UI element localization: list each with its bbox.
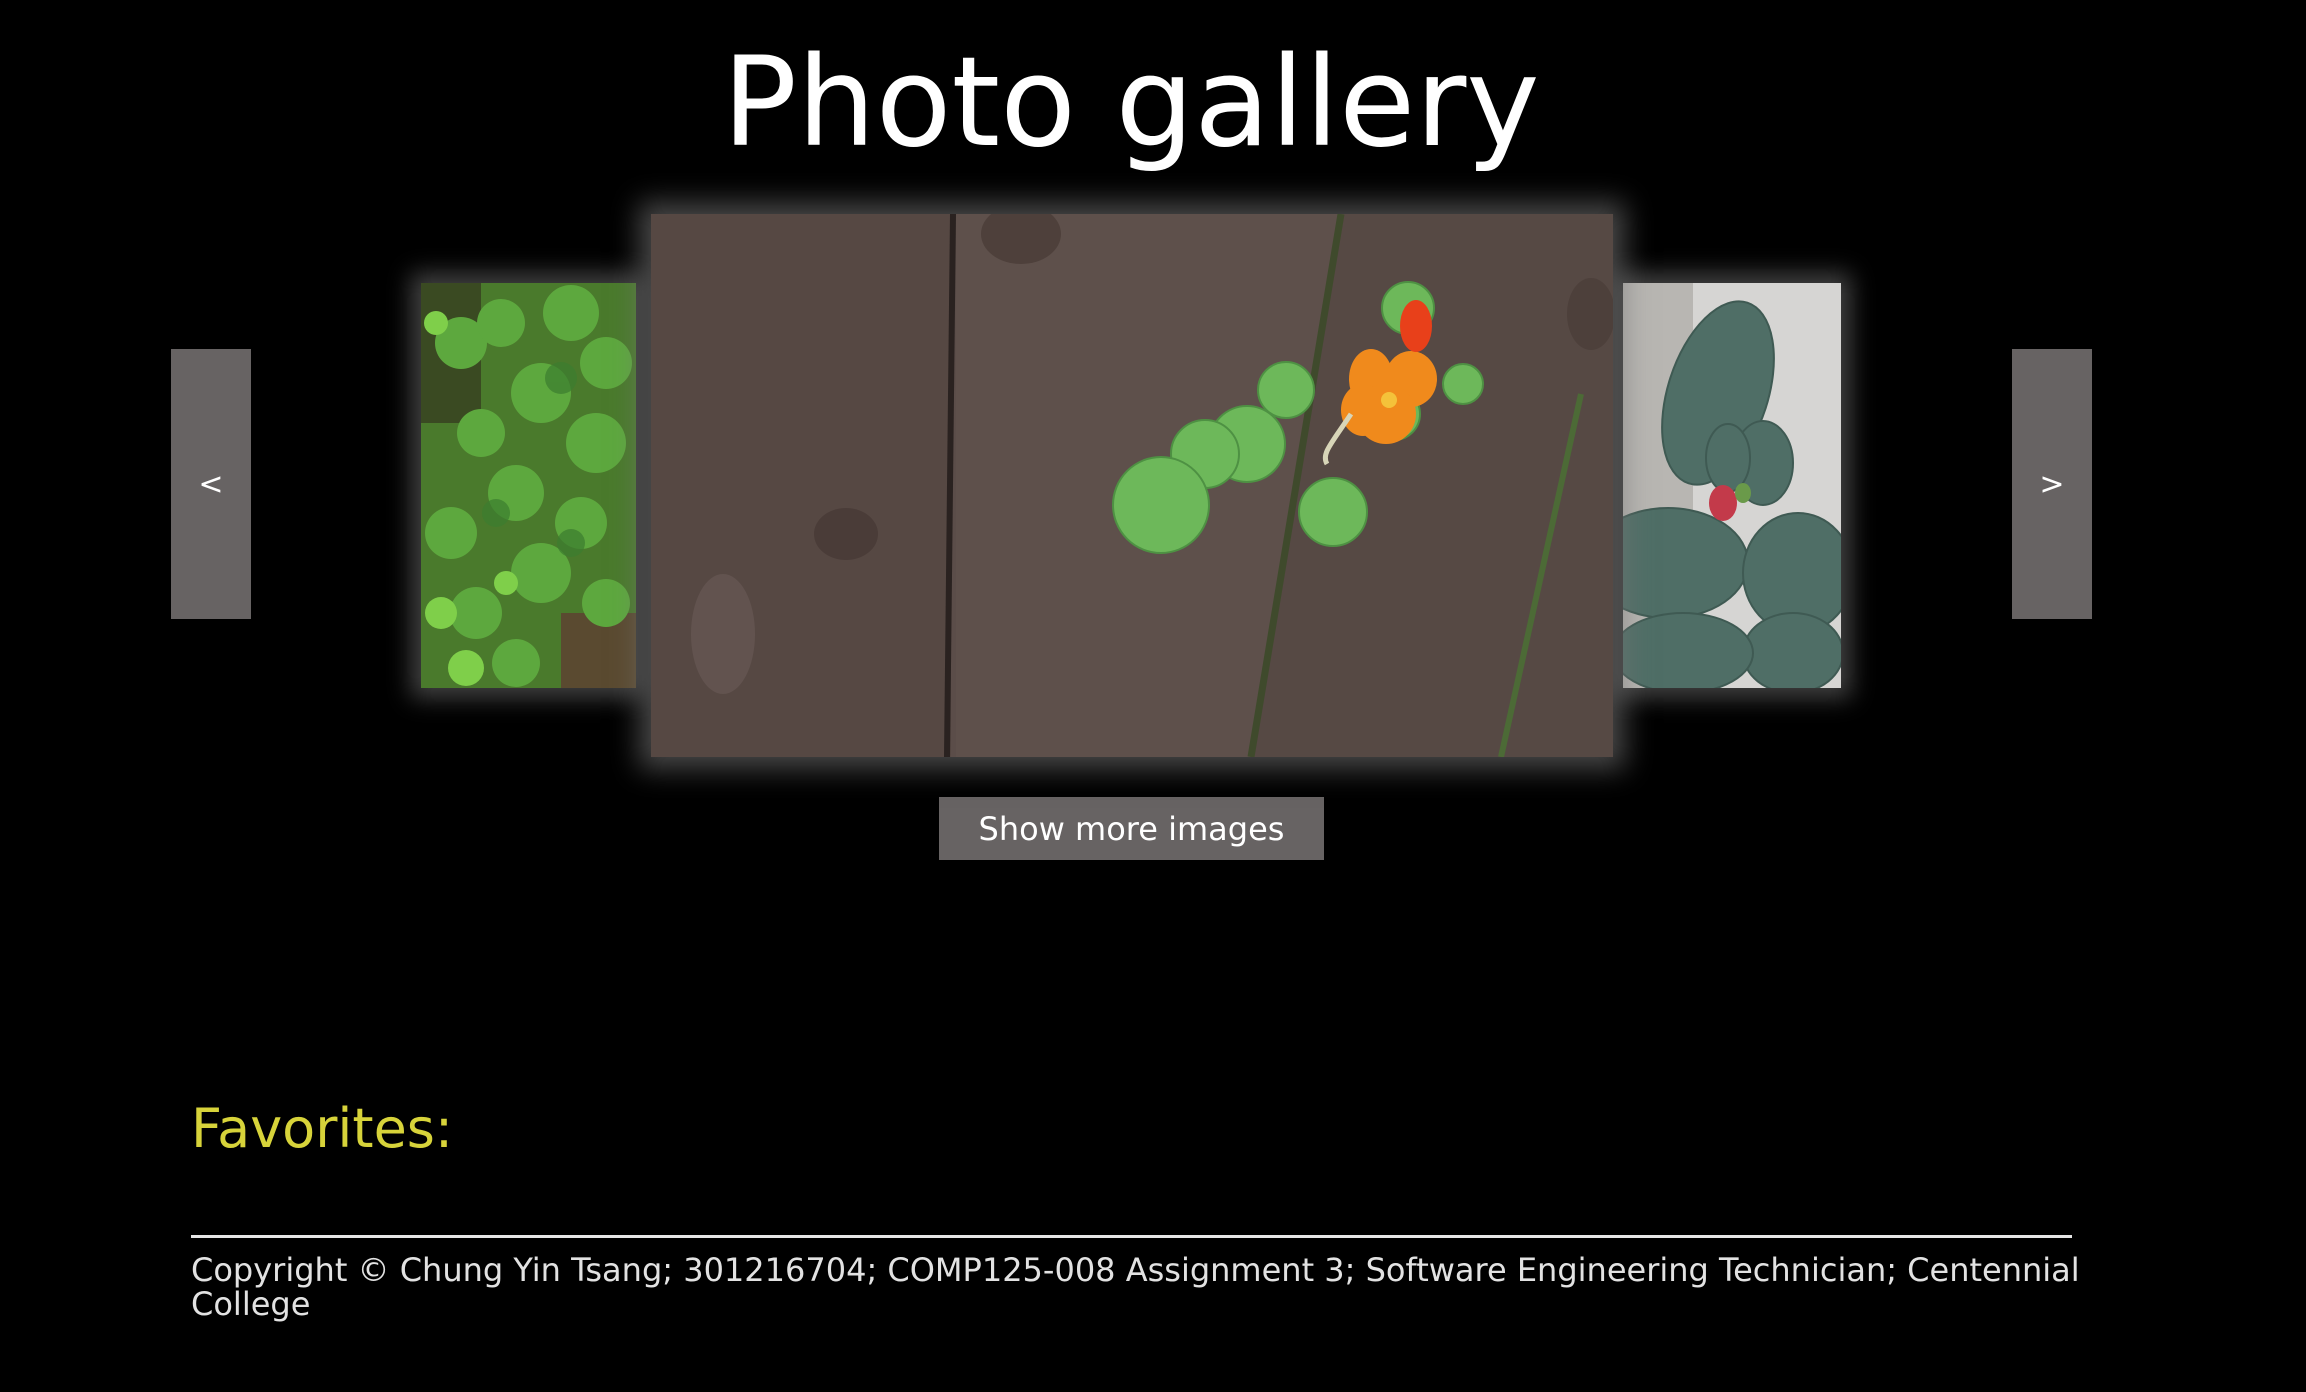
footer-copyright: Copyright © Chung Yin Tsang; 301216704; … <box>191 1251 2080 1323</box>
nasturtium-fence-photo <box>651 214 1613 757</box>
clover-photo <box>421 283 636 688</box>
page-title: Photo gallery <box>722 31 1540 175</box>
next-image-button[interactable]: > <box>2012 349 2092 619</box>
gallery-image-center[interactable] <box>651 214 1613 757</box>
gallery-image-right[interactable] <box>1623 283 1841 688</box>
show-more-images-button[interactable]: Show more images <box>939 797 1324 860</box>
gallery-image-left[interactable] <box>421 283 636 688</box>
favorites-heading: Favorites: <box>191 1097 454 1160</box>
cactus-photo <box>1623 283 1841 688</box>
previous-image-button[interactable]: < <box>171 349 251 619</box>
footer-divider <box>191 1235 2072 1238</box>
